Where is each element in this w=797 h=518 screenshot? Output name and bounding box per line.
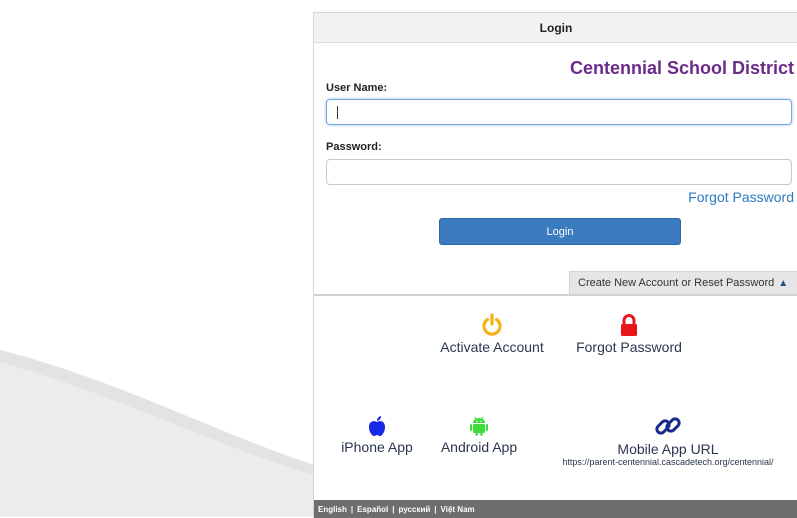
forgot-password-tile-label: Forgot Password: [576, 339, 682, 355]
language-vietnamese[interactable]: Việt Nam: [441, 505, 475, 514]
activate-account-label: Activate Account: [440, 339, 544, 355]
forgot-password-tile[interactable]: Forgot Password: [564, 313, 694, 355]
activate-account-tile[interactable]: Activate Account: [432, 313, 552, 355]
iphone-app-label: iPhone App: [341, 439, 413, 455]
mobile-app-url-tile[interactable]: Mobile App URL https://parent-centennial…: [548, 413, 788, 467]
username-field[interactable]: [326, 99, 792, 125]
panel-title: Login: [539, 20, 573, 35]
reset-toggle-label: Create New Account or Reset Password: [578, 277, 775, 289]
separator: |: [350, 504, 354, 514]
android-app-label: Android App: [440, 439, 518, 455]
create-account-reset-toggle[interactable]: Create New Account or Reset Password ▲: [569, 271, 797, 294]
separator: |: [392, 504, 395, 514]
android-icon: [470, 416, 488, 436]
lock-icon: [621, 314, 637, 336]
language-footer: English | Español | русский | Việt Nam: [314, 500, 797, 518]
password-label: Password:: [326, 141, 382, 153]
mobile-app-url-text[interactable]: https://parent-centennial.cascadetech.or…: [548, 457, 788, 467]
divider: [314, 294, 797, 296]
password-field[interactable]: [326, 159, 792, 185]
login-button[interactable]: Login: [439, 218, 681, 245]
language-espanol[interactable]: Español: [357, 505, 388, 514]
language-russian[interactable]: русский: [399, 505, 431, 514]
language-english[interactable]: English: [318, 505, 347, 514]
link-icon: [655, 417, 681, 435]
iphone-app-tile[interactable]: iPhone App: [332, 415, 422, 455]
mobile-app-url-label: Mobile App URL: [617, 441, 719, 457]
login-panel: Login Centennial School District User Na…: [313, 12, 797, 518]
android-app-tile[interactable]: Android App: [434, 415, 524, 455]
power-icon: [482, 313, 502, 336]
separator: |: [434, 504, 437, 514]
apple-icon: [369, 416, 385, 436]
text-caret: [337, 106, 338, 119]
chevron-up-icon: ▲: [778, 277, 789, 289]
panel-header: Login: [314, 13, 797, 43]
forgot-password-link[interactable]: Forgot Password: [688, 189, 794, 205]
district-name: Centennial School District: [569, 58, 794, 78]
username-label: User Name:: [326, 82, 388, 94]
